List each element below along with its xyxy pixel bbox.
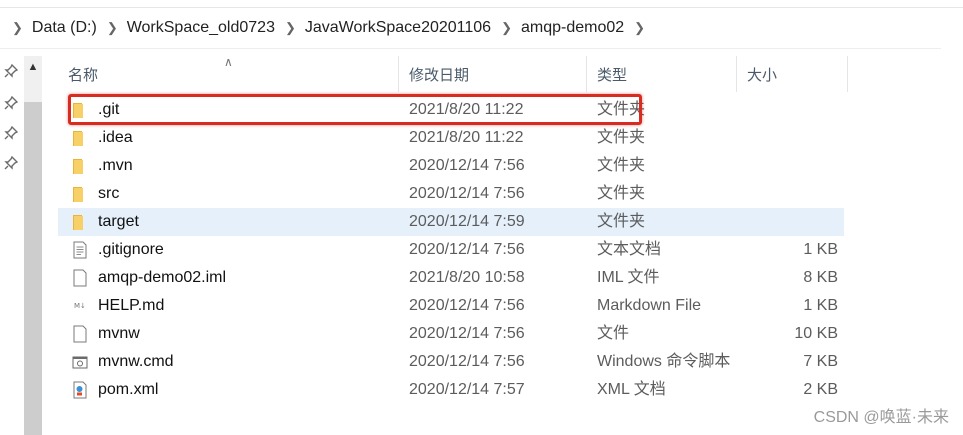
column-header-type-label: 类型 <box>597 66 628 84</box>
file-modified-date: 2020/12/14 7:56 <box>409 353 525 370</box>
breadcrumb: ❯ Data (D:) ❯ WorkSpace_old0723 ❯ JavaWo… <box>0 8 963 48</box>
file-size: 1 KB <box>803 241 838 258</box>
file-row[interactable]: .mvn 2020/12/14 7:56 文件夹 <box>58 152 844 180</box>
file-size: 2 KB <box>803 381 838 398</box>
folder-icon <box>72 129 88 147</box>
file-name: pom.xml <box>98 381 159 398</box>
column-header-date-label: 修改日期 <box>409 66 470 84</box>
file-type: 文件夹 <box>597 129 646 146</box>
column-header-date[interactable]: 修改日期 <box>399 56 587 92</box>
file-row[interactable]: amqp-demo02.iml 2021/8/20 10:58 IML 文件 8 KB <box>58 264 844 292</box>
file-size: 7 KB <box>803 353 838 370</box>
file-name: HELP.md <box>98 297 165 314</box>
cmd-file-icon <box>72 353 88 371</box>
file-row[interactable]: mvnw 2020/12/14 7:56 文件 10 KB <box>58 320 844 348</box>
blank-file-icon <box>72 269 88 287</box>
file-row[interactable]: .idea 2021/8/20 11:22 文件夹 <box>58 124 844 152</box>
file-type: IML 文件 <box>597 269 660 286</box>
file-name: src <box>98 185 120 202</box>
blank-file-icon <box>72 325 88 343</box>
file-name: .mvn <box>98 157 133 174</box>
folder-icon <box>72 157 88 175</box>
file-type: Markdown File <box>597 297 702 314</box>
column-header-size-label: 大小 <box>747 66 778 84</box>
file-size: 10 KB <box>794 325 838 342</box>
file-name: .gitignore <box>98 241 164 258</box>
watermark: CSDN @唤蓝·未来 <box>813 409 949 426</box>
chevron-right-icon[interactable]: ❯ <box>285 20 296 36</box>
annotation-highlight-box <box>68 94 642 125</box>
sort-ascending-icon: ∧ <box>224 55 233 69</box>
svg-text:M↓: M↓ <box>74 302 86 310</box>
pin-icon[interactable] <box>4 96 18 110</box>
file-name: mvnw <box>98 325 140 342</box>
file-name: mvnw.cmd <box>98 353 174 370</box>
column-header-name[interactable]: 名称 ∧ <box>58 55 399 92</box>
file-size: 8 KB <box>803 269 838 286</box>
file-modified-date: 2020/12/14 7:57 <box>409 381 525 398</box>
breadcrumb-item-drive[interactable]: Data (D:) <box>32 19 97 37</box>
file-modified-date: 2021/8/20 10:58 <box>409 269 525 286</box>
pin-icon[interactable] <box>4 156 18 170</box>
scroll-up-arrow-icon[interactable]: ▲ <box>24 56 42 78</box>
file-type: 文本文档 <box>597 241 662 258</box>
file-size: 1 KB <box>803 297 838 314</box>
file-type: 文件 <box>597 325 630 342</box>
chevron-right-icon[interactable]: ❯ <box>107 20 118 36</box>
breadcrumb-item-project[interactable]: amqp-demo02 <box>521 19 624 37</box>
file-row[interactable]: src 2020/12/14 7:56 文件夹 <box>58 180 844 208</box>
file-modified-date: 2020/12/14 7:56 <box>409 325 525 342</box>
file-modified-date: 2020/12/14 7:56 <box>409 241 525 258</box>
scrollbar-thumb[interactable] <box>24 102 42 435</box>
markdown-file-icon: M↓ <box>72 297 88 315</box>
file-type: XML 文档 <box>597 381 666 398</box>
breadcrumb-item-workspace[interactable]: WorkSpace_old0723 <box>127 19 275 37</box>
column-header-type[interactable]: 类型 <box>587 56 737 92</box>
file-type: 文件夹 <box>597 185 646 202</box>
file-row[interactable]: M↓ HELP.md 2020/12/14 7:56 Markdown File 1 K… <box>58 292 844 320</box>
file-modified-date: 2020/12/14 7:56 <box>409 297 525 314</box>
file-row[interactable]: mvnw.cmd 2020/12/14 7:56 Windows 命令脚本 7 KB <box>58 348 844 376</box>
chevron-right-icon[interactable]: ❯ <box>501 20 512 36</box>
file-row[interactable]: .gitignore 2020/12/14 7:56 文本文档 1 KB <box>58 236 844 264</box>
breadcrumb-item-javaworkspace[interactable]: JavaWorkSpace20201106 <box>305 19 491 37</box>
file-modified-date: 2020/12/14 7:56 <box>409 185 525 202</box>
file-row[interactable]: target 2020/12/14 7:59 文件夹 <box>58 208 844 236</box>
pin-icon[interactable] <box>4 64 18 78</box>
column-header-name-label: 名称 <box>68 66 99 84</box>
file-modified-date: 2020/12/14 7:59 <box>409 213 525 230</box>
chevron-right-icon[interactable]: ❯ <box>634 20 645 36</box>
folder-icon <box>72 185 88 203</box>
file-type: Windows 命令脚本 <box>597 353 731 370</box>
text-file-icon <box>72 241 88 259</box>
file-type: 文件夹 <box>597 157 646 174</box>
breadcrumb-divider <box>0 48 941 49</box>
file-modified-date: 2021/8/20 11:22 <box>409 129 524 146</box>
file-name: .idea <box>98 129 133 146</box>
file-name: target <box>98 213 139 230</box>
file-name: amqp-demo02.iml <box>98 269 227 286</box>
file-type: 文件夹 <box>597 213 646 230</box>
chevron-right-icon[interactable]: ❯ <box>12 20 23 36</box>
file-row[interactable]: pom.xml 2020/12/14 7:57 XML 文档 2 KB <box>58 376 844 404</box>
column-header-size[interactable]: 大小 <box>737 56 848 92</box>
pin-icon[interactable] <box>4 126 18 140</box>
folder-icon <box>72 213 88 231</box>
xml-file-icon <box>72 381 88 399</box>
column-header: 名称 ∧ 修改日期 类型 大小 <box>58 55 848 92</box>
file-modified-date: 2020/12/14 7:56 <box>409 157 525 174</box>
